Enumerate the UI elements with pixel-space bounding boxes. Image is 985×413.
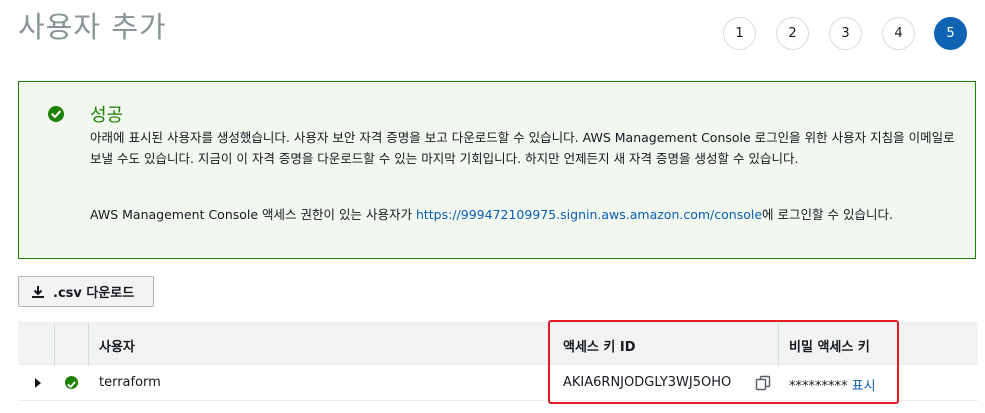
download-icon: [31, 285, 45, 299]
success-check-icon: [65, 376, 78, 389]
step-1[interactable]: 1: [723, 17, 756, 50]
alert-title: 성공: [90, 105, 124, 126]
download-csv-button[interactable]: .csv 다운로드: [18, 276, 154, 307]
console-signin-prefix: AWS Management Console 액세스 권한이 있는 사용자가: [90, 207, 416, 222]
page-title: 사용자 추가: [18, 10, 167, 44]
highlight-box: [548, 320, 899, 404]
check-circle-icon: [48, 106, 64, 122]
column-header-user[interactable]: 사용자: [99, 336, 135, 355]
step-4[interactable]: 4: [882, 17, 915, 50]
column-divider: [54, 323, 55, 366]
console-signin-suffix: 에 로그인할 수 있습니다.: [762, 207, 893, 222]
user-name: terraform: [99, 375, 161, 390]
expand-caret-icon[interactable]: [35, 378, 41, 388]
step-2[interactable]: 2: [776, 17, 809, 50]
column-divider: [88, 323, 89, 366]
step-5-current[interactable]: 5: [934, 17, 967, 50]
console-signin-message: AWS Management Console 액세스 권한이 있는 사용자가 h…: [90, 204, 970, 225]
step-3[interactable]: 3: [829, 17, 862, 50]
download-csv-label: .csv 다운로드: [53, 286, 135, 301]
success-alert: 성공 아래에 표시된 사용자를 생성했습니다. 사용자 보안 자격 증명을 보고…: [18, 81, 976, 259]
alert-message: 아래에 표시된 사용자를 생성했습니다. 사용자 보안 자격 증명을 보고 다운…: [90, 130, 955, 166]
console-signin-link[interactable]: https://999472109975.signin.aws.amazon.c…: [416, 207, 762, 222]
